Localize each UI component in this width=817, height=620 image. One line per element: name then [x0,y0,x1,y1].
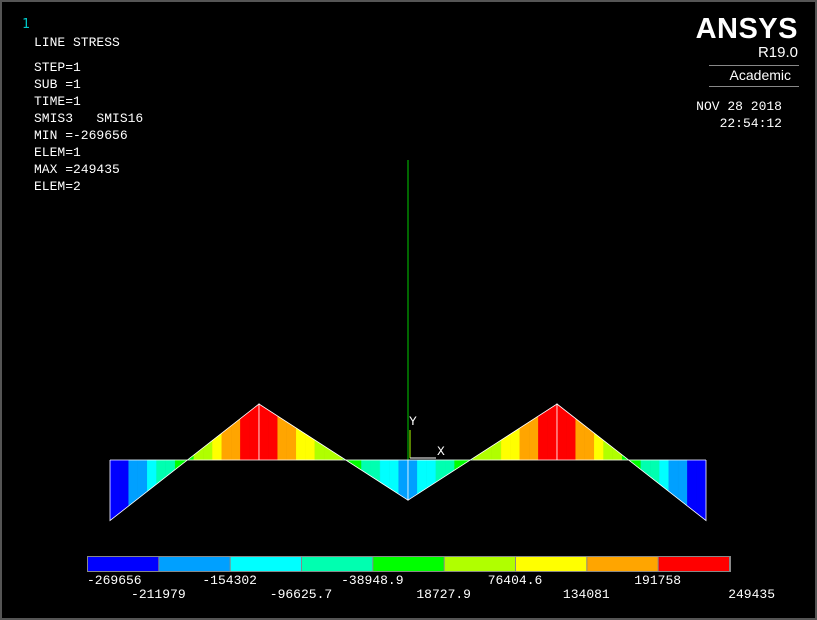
stress-band [445,459,455,477]
legend-swatch [159,557,230,571]
stress-band [407,459,418,501]
stress-band [528,415,539,461]
stress-band [640,459,651,478]
legend-swatch [444,557,515,571]
legend-swatch [587,557,658,571]
stress-band [119,459,129,514]
legend-level-label: -269656 [87,573,142,588]
stress-band [482,445,493,461]
stress-band [165,459,176,478]
triad-y-label: Y [409,414,417,429]
stress-band [361,459,371,477]
legend-swatch [230,557,301,571]
legend-swatch [88,557,159,571]
stress-band [286,421,297,461]
stress-band [556,403,567,461]
stress-band [687,459,697,514]
legend-swatch [373,557,444,571]
stress-band [426,459,437,489]
stress-band [147,459,157,492]
legend-level-label: 18727.9 [416,587,471,602]
stress-band [277,415,288,461]
legend-level-label: 249435 [728,587,775,602]
legend-swatch [302,557,373,571]
stress-band [677,459,688,507]
contour-legend: -269656-211979 -154302 -96625.7 -38948.9 187… [87,556,775,602]
stress-band [547,403,558,461]
legend-level-label: -211979 [131,587,186,602]
legend-level-label: -38948.9 [341,573,403,588]
legend-level-label: 191758 [634,573,681,588]
stress-band [323,445,334,461]
axes-triad: Y X [409,414,445,459]
triad-x-label: X [437,444,445,459]
stress-plot: Y X -269656-211979 -154302 -96625.7 -38948.… [87,160,775,602]
stress-band [538,409,548,461]
legend-level-label: 76404.6 [488,573,543,588]
stress-band [584,425,595,461]
stress-band [566,410,576,461]
stress-band [500,433,511,461]
stress-band [305,433,316,461]
legend-level-label: 134081 [563,587,610,602]
legend-swatch [658,557,729,571]
stress-band [128,459,139,507]
stress-band [398,459,409,501]
legend-level-label: -96625.7 [270,587,332,602]
stress-band [202,440,213,461]
stress-band [379,459,390,489]
legend-level-label: -154302 [202,573,257,588]
stress-band [240,410,250,461]
stress-band [258,403,269,461]
stress-band [603,440,614,461]
stress-band [268,409,278,461]
stress-band [221,425,232,461]
legend-swatch [516,557,587,571]
stress-band [249,403,260,461]
stress-band [109,459,120,521]
stress-band [519,421,530,461]
stress-band [696,459,707,521]
stress-band [659,459,669,492]
